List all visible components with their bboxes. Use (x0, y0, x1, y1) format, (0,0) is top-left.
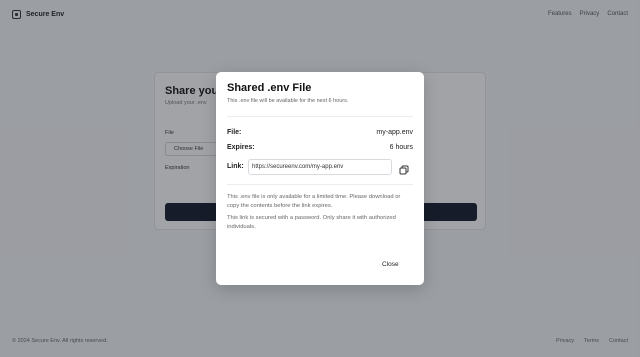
dialog-title: Shared .env File (227, 82, 312, 94)
link-row-label: Link: (227, 163, 244, 170)
close-button[interactable]: Close (382, 261, 399, 268)
share-link-field[interactable]: https://secureenv.com/my-app.env (248, 159, 392, 175)
dialog-subtitle: This .env file will be available for the… (227, 98, 349, 104)
copy-link-button[interactable] (399, 162, 409, 175)
expires-row-value: 6 hours (389, 144, 413, 151)
expiry-note: This .env file is only available for a l… (227, 194, 401, 209)
file-row-value: my-app.env (376, 129, 413, 136)
copy-icon (399, 165, 409, 175)
divider (227, 184, 413, 185)
shared-file-dialog: Shared .env File This .env file will be … (216, 72, 424, 285)
security-note: This link is secured with a password. On… (227, 215, 396, 230)
expires-row-label: Expires: (227, 144, 255, 151)
divider (227, 116, 413, 117)
file-row-label: File: (227, 129, 242, 136)
